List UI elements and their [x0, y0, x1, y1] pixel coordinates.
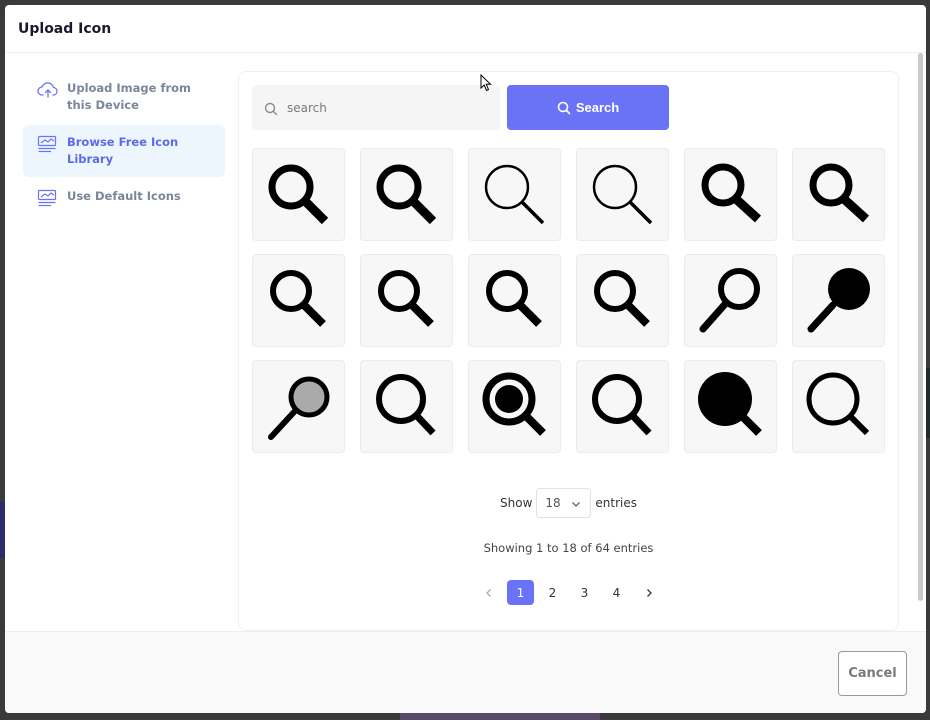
magnifier-outline-large-icon	[806, 372, 869, 435]
magnifier-bold-icon	[268, 164, 328, 224]
magnifier-long-handle-icon	[699, 267, 760, 332]
entries-suffix: entries	[595, 496, 637, 510]
search-icon	[557, 101, 571, 115]
chevron-down-icon	[571, 498, 581, 508]
icon-tile[interactable]	[576, 254, 669, 347]
magnifier-icon	[485, 269, 542, 327]
search-row: Search	[252, 85, 669, 130]
cloud-upload-icon	[37, 81, 59, 99]
next-page-button[interactable]	[635, 580, 662, 605]
magnifier-large-icon	[375, 373, 436, 435]
scrollbar[interactable]	[918, 53, 924, 601]
page-button-1[interactable]: 1	[507, 580, 534, 605]
entries-select[interactable]: 18	[536, 488, 592, 518]
page-button-4[interactable]: 4	[603, 580, 630, 605]
icon-tile[interactable]	[684, 148, 777, 241]
magnifier-solid-large-icon	[697, 371, 762, 436]
modal-body: Upload Image from this Device Browse Fre…	[5, 53, 926, 631]
page-button-2[interactable]: 2	[539, 580, 566, 605]
sidebar-item-browse-library[interactable]: Browse Free Icon Library	[23, 125, 225, 177]
search-box[interactable]	[252, 85, 500, 130]
sidebar-item-label: Use Default Icons	[67, 189, 181, 203]
prev-page-button[interactable]	[475, 580, 502, 605]
magnifier-filled-icon	[807, 267, 870, 332]
icon-tile[interactable]	[576, 148, 669, 241]
page-button-3[interactable]: 3	[571, 580, 598, 605]
icon-grid	[252, 148, 885, 453]
upload-icon-modal: Upload Icon Upload Image from this Devic…	[5, 5, 926, 713]
modal-header: Upload Icon	[5, 5, 926, 53]
magnifier-gray-lens-icon	[267, 376, 329, 440]
search-input[interactable]	[287, 100, 477, 115]
library-icon	[37, 135, 59, 153]
magnifier-bold-icon	[701, 163, 761, 222]
scrollbar-thumb[interactable]	[918, 53, 923, 601]
icon-tile[interactable]	[684, 254, 777, 347]
icon-tile[interactable]	[252, 360, 345, 453]
modal-footer: Cancel	[5, 631, 926, 713]
magnifier-bold-icon	[809, 163, 869, 222]
magnifier-thin-icon	[484, 164, 544, 224]
entries-control: Show 18 entries	[239, 488, 898, 518]
sidebar-item-upload-device[interactable]: Upload Image from this Device	[23, 71, 225, 123]
sidebar-item-label: Upload Image from this Device	[67, 81, 192, 112]
magnifier-icon	[269, 269, 326, 327]
icon-tile[interactable]	[468, 254, 561, 347]
icon-tile[interactable]	[792, 254, 885, 347]
entries-select-value: 18	[545, 496, 561, 510]
icon-tile[interactable]	[252, 148, 345, 241]
default-icons-icon	[37, 189, 59, 207]
icon-tile[interactable]	[360, 254, 453, 347]
icon-tile[interactable]	[684, 360, 777, 453]
modal-title: Upload Icon	[18, 20, 112, 37]
icon-library-panel: Search	[238, 71, 899, 631]
mouse-cursor-icon	[480, 74, 492, 92]
chevron-right-icon	[646, 588, 652, 597]
cancel-button[interactable]: Cancel	[838, 651, 907, 696]
icon-tile[interactable]	[468, 360, 561, 453]
sidebar: Upload Image from this Device Browse Fre…	[23, 71, 225, 218]
showing-entries-text: Showing 1 to 18 of 64 entries	[483, 541, 654, 555]
icon-tile[interactable]	[360, 360, 453, 453]
show-label: Show	[500, 496, 533, 510]
chevron-left-icon	[485, 588, 491, 597]
sidebar-item-default-icons[interactable]: Use Default Icons	[23, 179, 225, 216]
magnifier-bold-icon	[376, 164, 436, 224]
icon-tile[interactable]	[792, 148, 885, 241]
icon-tile[interactable]	[360, 148, 453, 241]
icon-tile[interactable]	[576, 360, 669, 453]
magnifier-icon	[377, 269, 434, 327]
icon-tile[interactable]	[792, 360, 885, 453]
search-button-label: Search	[575, 100, 620, 115]
backdrop-strip	[400, 712, 600, 720]
magnifier-thin-icon	[592, 164, 652, 224]
pagination: 1 2 3 4	[239, 580, 898, 605]
icon-tile[interactable]	[468, 148, 561, 241]
search-button[interactable]: Search	[507, 85, 669, 130]
magnifier-ring-icon	[482, 372, 546, 436]
search-icon	[264, 101, 278, 115]
icon-tile[interactable]	[252, 254, 345, 347]
magnifier-large-icon	[591, 373, 652, 435]
magnifier-icon	[593, 269, 650, 327]
sidebar-item-label: Browse Free Icon Library	[67, 135, 179, 166]
